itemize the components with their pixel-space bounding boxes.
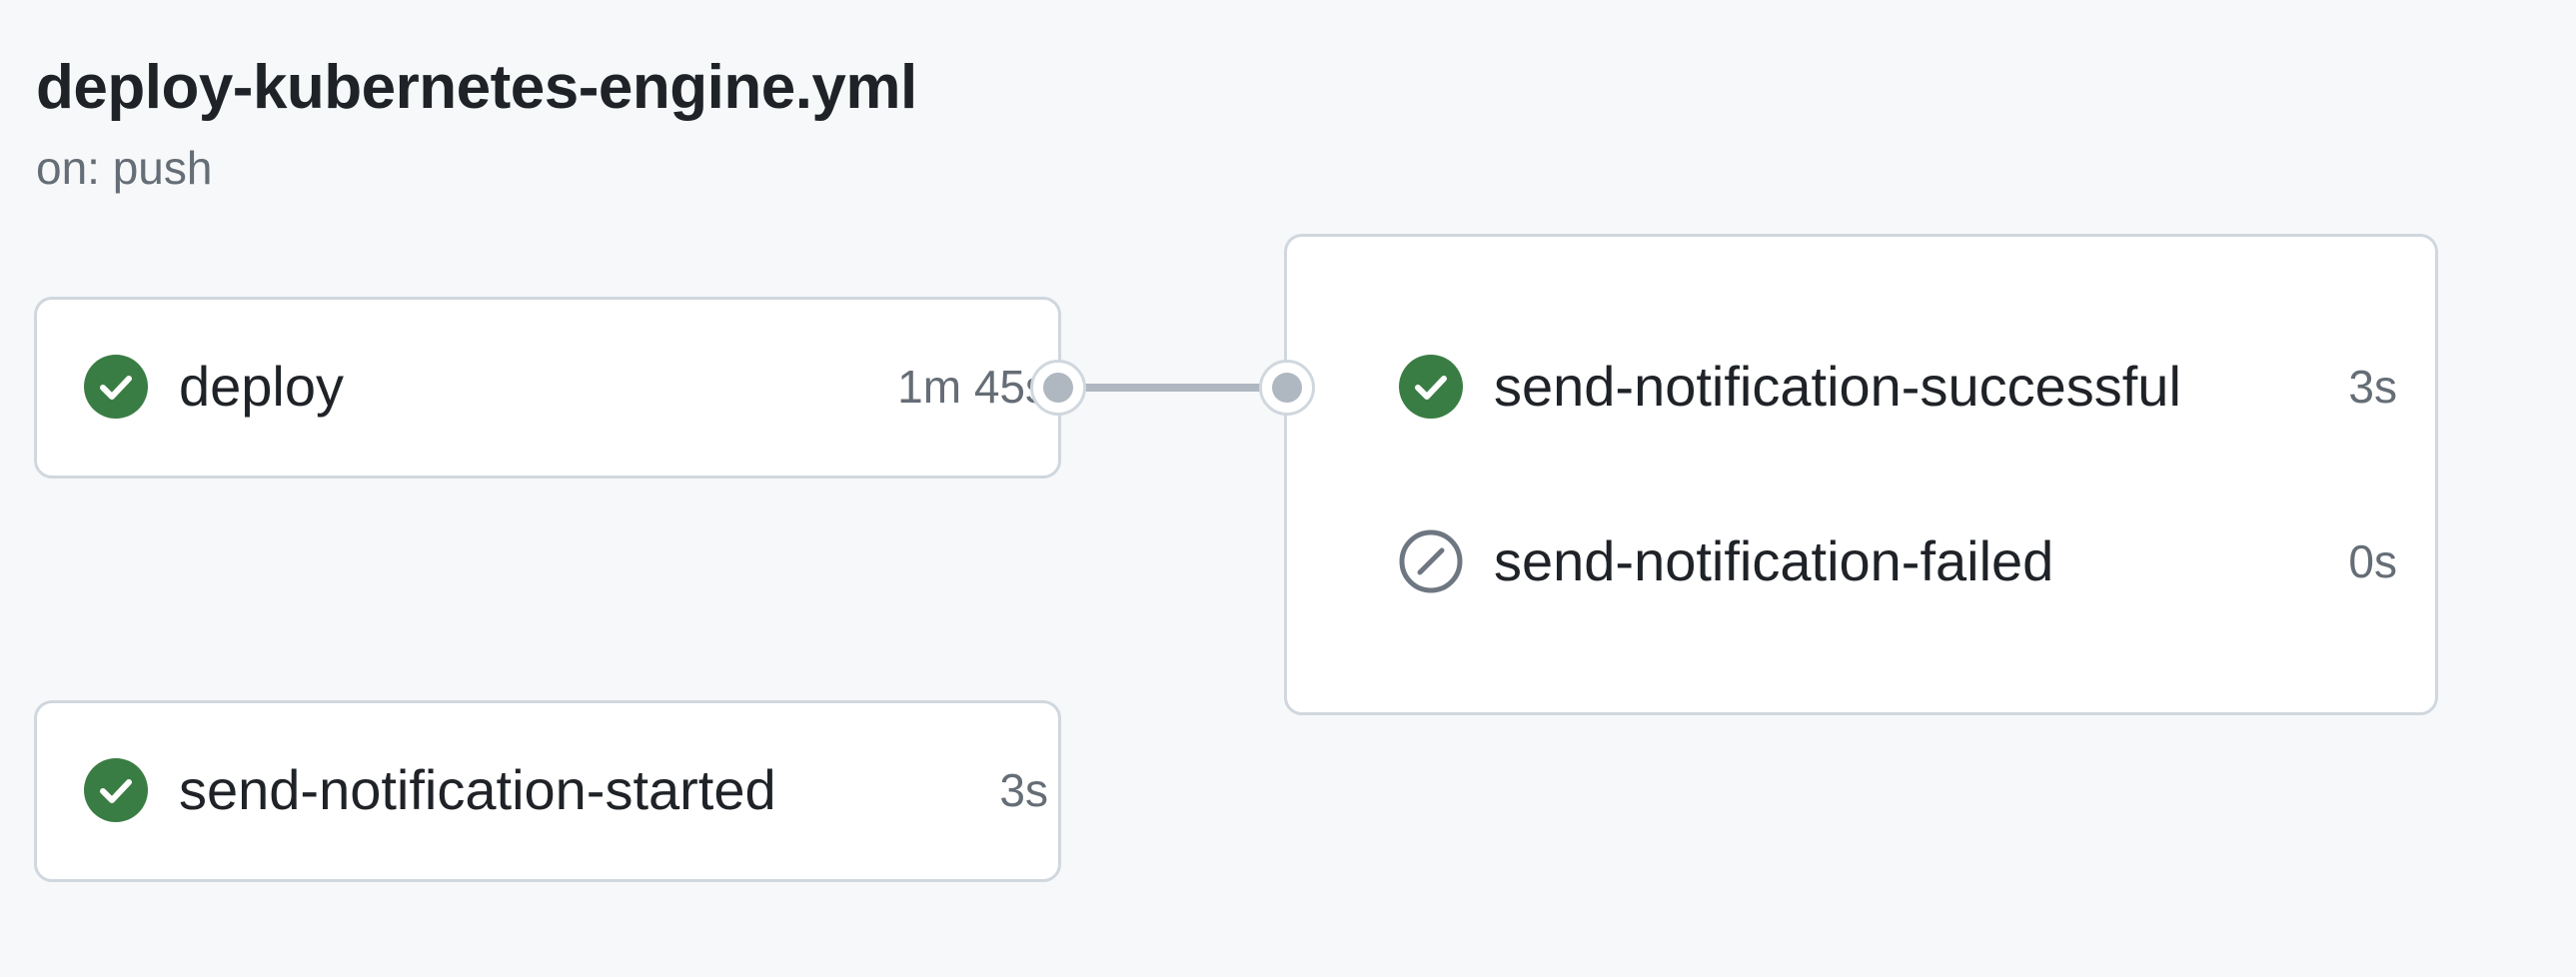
job-card-deploy: deploy 1m 45s: [34, 297, 1061, 479]
job-duration-send-notification-failed: 0s: [2348, 535, 2397, 587]
job-duration-send-notification-started: 3s: [999, 764, 1048, 816]
job-name-deploy: deploy: [179, 355, 345, 418]
check-circle-fill-icon: [1399, 355, 1463, 419]
check-circle-fill-icon: [84, 758, 148, 822]
workflow-trigger: on: push: [36, 142, 213, 194]
workflow-title: deploy-kubernetes-engine.yml: [36, 53, 917, 122]
job-name-send-notification-started: send-notification-started: [179, 758, 776, 821]
job-connector-port-in: [1259, 360, 1315, 416]
job-card-started: send-notification-started 3s: [34, 700, 1061, 882]
skip-circle-icon: [1399, 529, 1463, 593]
job-duration-send-notification-successful: 3s: [2348, 361, 2397, 413]
job-group-card-notifications: send-notification-successful 3s send-not…: [1284, 234, 2438, 715]
job-name-send-notification-failed: send-notification-failed: [1494, 529, 2054, 592]
job-duration-deploy: 1m 45s: [897, 361, 1048, 413]
job-send-notification-successful[interactable]: send-notification-successful 3s: [1398, 342, 2397, 432]
job-send-notification-started[interactable]: send-notification-started 3s: [83, 745, 1048, 835]
check-circle-fill-icon: [84, 355, 148, 419]
job-name-send-notification-successful: send-notification-successful: [1494, 355, 2181, 418]
job-connector-port-out: [1030, 360, 1086, 416]
job-deploy[interactable]: deploy 1m 45s: [83, 342, 1048, 432]
job-connector-line: [1069, 384, 1269, 392]
job-send-notification-failed[interactable]: send-notification-failed 0s: [1398, 516, 2397, 606]
